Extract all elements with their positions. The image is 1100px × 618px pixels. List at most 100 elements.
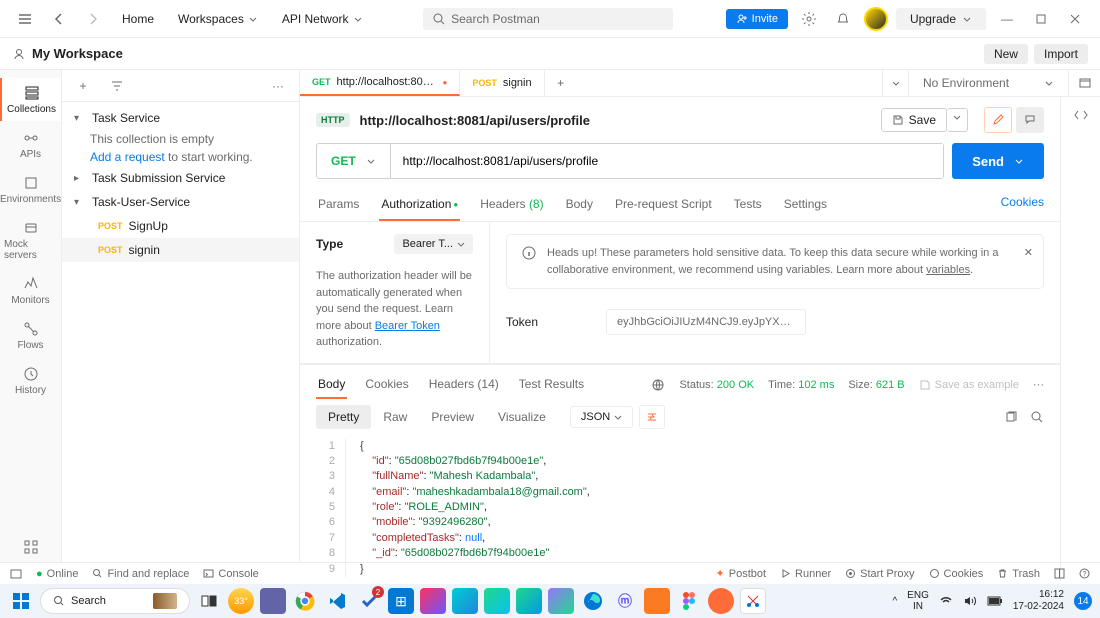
format-dropdown[interactable]: JSON — [570, 406, 633, 428]
more-resp-icon[interactable]: ··· — [1033, 379, 1044, 391]
subtab-tests[interactable]: Tests — [732, 189, 764, 221]
wrap-icon[interactable] — [639, 405, 665, 429]
tb-vscode[interactable] — [324, 588, 350, 614]
upgrade-button[interactable]: Upgrade — [896, 8, 986, 30]
rail-configure[interactable] — [0, 532, 61, 562]
response-body[interactable]: 1{ 2 "id": "65d08b027fbd6b7f94b00e1e", 3… — [300, 435, 1060, 582]
notification-icon[interactable] — [830, 6, 856, 32]
sb-online[interactable]: ●Online — [36, 568, 78, 580]
rail-environments[interactable]: Environments — [0, 168, 61, 211]
add-request-link[interactable]: Add a request — [90, 150, 165, 164]
view-pretty[interactable]: Pretty — [316, 405, 371, 429]
tb-app-todo[interactable]: 2 — [356, 588, 382, 614]
more-icon[interactable]: ··· — [265, 73, 291, 99]
tb-app-pc[interactable] — [484, 588, 510, 614]
comment-icon[interactable] — [1016, 107, 1044, 133]
sb-cookies[interactable]: Cookies — [929, 567, 984, 580]
resp-tab-body[interactable]: Body — [316, 371, 347, 399]
resp-tab-cookies[interactable]: Cookies — [363, 371, 410, 399]
rail-mock[interactable]: Mock servers — [0, 213, 61, 267]
sb-terminal-icon[interactable] — [10, 568, 22, 580]
sb-help-icon[interactable]: ? — [1079, 567, 1090, 580]
tab-chevron-icon[interactable] — [882, 70, 908, 96]
import-button[interactable]: Import — [1034, 44, 1088, 64]
filter-icon[interactable] — [104, 73, 130, 99]
resp-tab-tests[interactable]: Test Results — [517, 371, 586, 399]
edit-icon[interactable] — [984, 107, 1012, 133]
add-tab-button[interactable]: + — [545, 70, 577, 96]
tb-app-ws[interactable] — [452, 588, 478, 614]
tray-notifications[interactable]: 14 — [1074, 592, 1092, 610]
request-signin[interactable]: POSTsignin — [62, 238, 299, 262]
search-response-icon[interactable] — [1030, 410, 1044, 424]
tb-app-m[interactable]: ⓜ — [612, 588, 638, 614]
tb-app-store[interactable]: ⊞ — [388, 588, 414, 614]
tb-edge[interactable] — [580, 588, 606, 614]
tray-volume-icon[interactable] — [963, 594, 977, 608]
rail-history[interactable]: History — [0, 359, 61, 402]
tb-xampp[interactable] — [644, 588, 670, 614]
save-example-button[interactable]: Save as example — [919, 379, 1019, 391]
tb-app-dg[interactable] — [548, 588, 574, 614]
avatar[interactable] — [864, 7, 888, 31]
tray-chevron[interactable]: ^ — [892, 596, 897, 607]
token-input[interactable]: eyJhbGciOiJIUzM4NCJ9.eyJpYXQiOjE3MDg... — [606, 309, 806, 335]
invite-button[interactable]: Invite — [726, 9, 788, 29]
global-search[interactable]: Search Postman — [423, 8, 673, 30]
subtab-headers[interactable]: Headers (8) — [478, 189, 545, 221]
windows-start[interactable] — [8, 588, 34, 614]
tray-clock[interactable]: 16:1217-02-2024 — [1013, 589, 1064, 613]
tb-figma[interactable] — [676, 588, 702, 614]
cookies-link[interactable]: Cookies — [1001, 195, 1044, 215]
view-visualize[interactable]: Visualize — [486, 405, 558, 429]
sb-postbot[interactable]: ✦Postbot — [716, 567, 767, 580]
new-button[interactable]: New — [984, 44, 1028, 64]
collection-task-user[interactable]: ▾Task-User-Service — [62, 190, 299, 214]
tray-battery-icon[interactable] — [987, 595, 1003, 607]
tb-task-view[interactable] — [196, 588, 222, 614]
subtab-prereq[interactable]: Pre-request Script — [613, 189, 714, 221]
sb-console[interactable]: Console — [203, 568, 258, 580]
tray-lang[interactable]: ENGIN — [907, 590, 929, 612]
resp-tab-headers[interactable]: Headers (14) — [427, 371, 501, 399]
tb-weather[interactable]: 33° — [228, 588, 254, 614]
method-dropdown[interactable]: GET — [317, 144, 391, 178]
sb-layout-icon[interactable] — [1054, 567, 1065, 580]
url-input[interactable] — [391, 144, 944, 178]
tb-app-snip[interactable] — [740, 588, 766, 614]
menu-icon[interactable] — [12, 6, 38, 32]
save-dropdown[interactable] — [947, 108, 968, 132]
taskbar-search[interactable]: Search — [40, 588, 190, 614]
tb-app-1[interactable] — [260, 588, 286, 614]
tb-chrome[interactable] — [292, 588, 318, 614]
minimize-icon[interactable]: — — [994, 6, 1020, 32]
sb-trash[interactable]: Trash — [997, 567, 1040, 580]
subtab-params[interactable]: Params — [316, 189, 361, 221]
globe-icon[interactable] — [651, 378, 665, 392]
sb-runner[interactable]: Runner — [780, 567, 831, 580]
forward-icon[interactable] — [80, 6, 106, 32]
collection-task-submission[interactable]: ▸Task Submission Service — [62, 166, 299, 190]
close-icon[interactable] — [1062, 6, 1088, 32]
tab-request-get[interactable]: GEThttp://localhost:8081/ap● — [300, 70, 460, 96]
rail-flows[interactable]: Flows — [0, 314, 61, 357]
close-banner-icon[interactable]: ✕ — [1024, 245, 1033, 262]
sb-proxy[interactable]: Start Proxy — [845, 567, 914, 580]
tb-app-ij[interactable] — [420, 588, 446, 614]
env-quicklook-icon[interactable] — [1068, 70, 1100, 96]
view-preview[interactable]: Preview — [419, 405, 486, 429]
subtab-settings[interactable]: Settings — [782, 189, 829, 221]
view-raw[interactable]: Raw — [371, 405, 419, 429]
subtab-body[interactable]: Body — [564, 189, 595, 221]
add-icon[interactable]: + — [70, 73, 96, 99]
rail-collections[interactable]: Collections — [0, 78, 61, 121]
collection-task-service[interactable]: ▾Task Service — [62, 106, 299, 130]
rail-monitors[interactable]: Monitors — [0, 269, 61, 312]
home-nav[interactable]: Home — [114, 8, 162, 30]
workspaces-nav[interactable]: Workspaces — [170, 8, 266, 30]
tb-postman[interactable] — [708, 588, 734, 614]
maximize-icon[interactable] — [1028, 6, 1054, 32]
save-button[interactable]: Save — [881, 108, 947, 132]
subtab-auth[interactable]: Authorization — [379, 189, 460, 221]
rail-apis[interactable]: APIs — [0, 123, 61, 166]
